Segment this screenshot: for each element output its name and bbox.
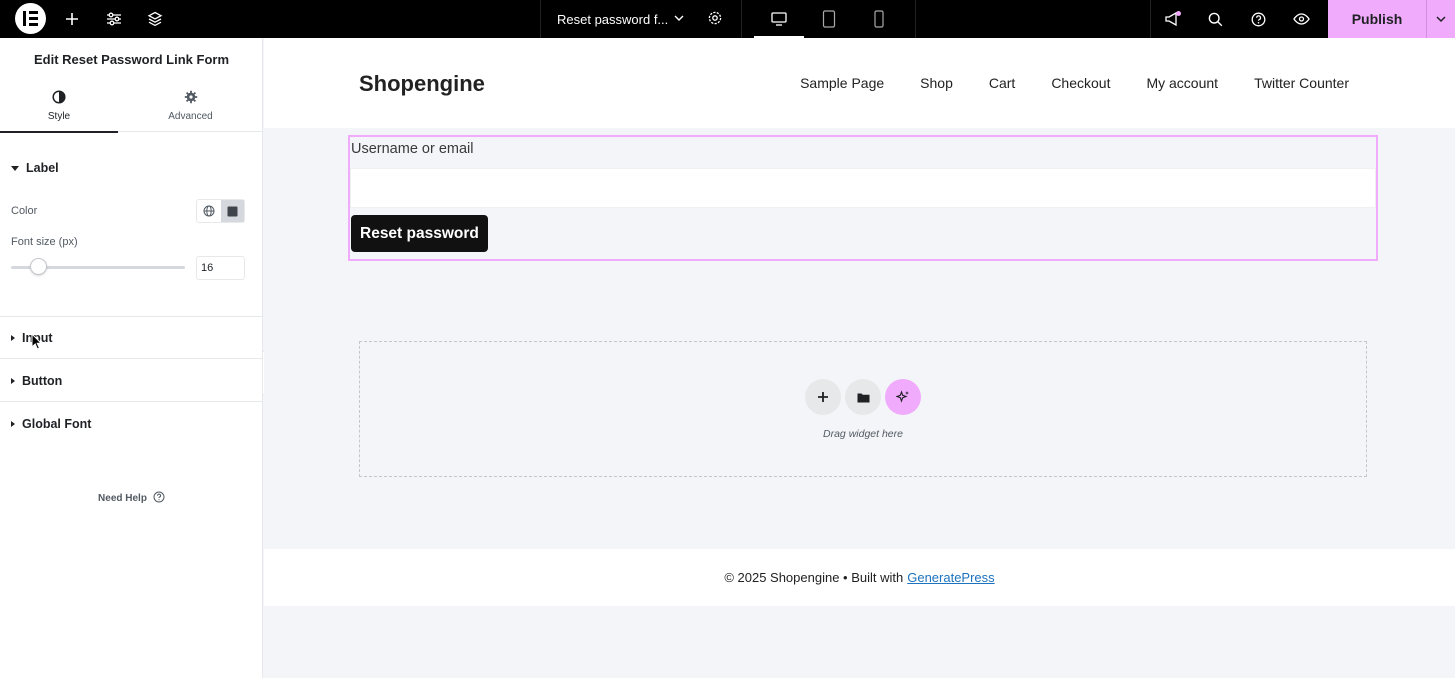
section-label-title: Label xyxy=(26,161,59,175)
footer-copyright: © 2025 Shopengine • Built with xyxy=(724,570,904,585)
top-bar: Reset password f... Publish xyxy=(0,0,1455,38)
section-global-font-title: Global Font xyxy=(22,417,92,431)
responsive-mode-switcher xyxy=(742,0,916,38)
half-circle-icon xyxy=(52,90,66,107)
site-nav: Sample Page Shop Cart Checkout My accoun… xyxy=(764,75,1349,91)
nav-item-cart[interactable]: Cart xyxy=(989,75,1015,91)
need-help-link[interactable]: Need Help xyxy=(0,491,263,506)
caret-right-icon xyxy=(11,334,15,341)
footer-generatepress-link[interactable]: GeneratePress xyxy=(907,570,994,585)
font-size-slider-handle[interactable] xyxy=(30,258,47,275)
gear-icon xyxy=(184,90,198,107)
mobile-device-icon[interactable] xyxy=(854,0,904,38)
tab-advanced-label: Advanced xyxy=(168,111,213,122)
tab-advanced[interactable]: Advanced xyxy=(118,80,263,132)
ai-sparkle-icon[interactable] xyxy=(885,379,921,415)
topbar-right-tools xyxy=(1150,0,1328,38)
drop-zone-actions xyxy=(805,379,921,415)
nav-item-twitter-counter[interactable]: Twitter Counter xyxy=(1254,75,1349,91)
page-settings-gear-icon[interactable] xyxy=(707,10,723,31)
widget-drop-zone[interactable]: Drag widget here xyxy=(359,341,1367,477)
site-title[interactable]: Shopengine xyxy=(359,71,485,97)
section-label-toggle[interactable]: Label xyxy=(0,147,263,189)
whats-new-megaphone-icon[interactable] xyxy=(1155,0,1191,38)
nav-item-shop[interactable]: Shop xyxy=(920,75,953,91)
section-global-font-toggle[interactable]: Global Font xyxy=(0,403,263,445)
site-header: Shopengine Sample Page Shop Cart Checkou… xyxy=(264,38,1455,128)
section-button-title: Button xyxy=(22,373,63,388)
need-help-label: Need Help xyxy=(98,493,147,504)
tab-style[interactable]: Style xyxy=(0,80,118,133)
nav-item-checkout[interactable]: Checkout xyxy=(1051,75,1110,91)
help-circle-icon xyxy=(153,491,165,506)
add-element-icon[interactable] xyxy=(54,0,90,38)
panel-tabs: Style Advanced xyxy=(0,80,263,133)
search-icon[interactable] xyxy=(1197,0,1233,38)
publish-button[interactable]: Publish xyxy=(1328,0,1426,38)
section-button-toggle[interactable]: Button xyxy=(0,360,263,402)
help-icon[interactable] xyxy=(1240,0,1276,38)
template-library-folder-icon[interactable] xyxy=(845,379,881,415)
caret-down-icon xyxy=(11,165,19,171)
username-email-label: Username or email xyxy=(351,141,474,157)
caret-right-icon xyxy=(11,377,15,384)
mouse-cursor-icon xyxy=(31,332,43,355)
site-settings-icon[interactable] xyxy=(96,0,132,38)
desktop-device-icon[interactable] xyxy=(754,0,804,38)
caret-right-icon xyxy=(11,421,15,427)
reset-password-form-widget[interactable]: Username or email Reset password xyxy=(348,135,1378,261)
color-control-label: Color xyxy=(11,205,38,217)
drop-zone-hint: Drag widget here xyxy=(823,428,903,440)
site-footer: © 2025 Shopengine • Built with GenerateP… xyxy=(264,549,1455,606)
font-size-input[interactable] xyxy=(196,256,245,280)
editor-panel: Edit Reset Password Link Form Style Adva… xyxy=(0,38,263,678)
global-colors-globe-icon[interactable] xyxy=(197,200,221,222)
nav-item-my-account[interactable]: My account xyxy=(1146,75,1218,91)
document-title-selector[interactable]: Reset password f... xyxy=(540,0,742,38)
tab-style-label: Style xyxy=(47,111,71,122)
preview-eye-icon[interactable] xyxy=(1283,0,1319,38)
structure-layers-icon[interactable] xyxy=(137,0,173,38)
font-size-slider[interactable] xyxy=(11,258,185,275)
nav-item-sample-page[interactable]: Sample Page xyxy=(800,75,884,91)
reset-password-button[interactable]: Reset password xyxy=(351,215,488,252)
chevron-down-icon xyxy=(673,11,685,29)
preview-canvas: Shopengine Sample Page Shop Cart Checkou… xyxy=(264,38,1455,678)
panel-title: Edit Reset Password Link Form xyxy=(33,51,230,67)
color-control xyxy=(196,199,245,223)
publish-options-chevron-icon[interactable] xyxy=(1426,0,1455,38)
username-email-input[interactable] xyxy=(350,168,1376,208)
document-title: Reset password f... xyxy=(557,11,669,27)
color-picker-swatch[interactable] xyxy=(220,200,244,222)
tablet-device-icon[interactable] xyxy=(804,0,854,38)
add-section-plus-icon[interactable] xyxy=(805,379,841,415)
font-size-control-label: Font size (px) xyxy=(11,236,78,248)
elementor-logo-icon[interactable] xyxy=(15,3,46,34)
